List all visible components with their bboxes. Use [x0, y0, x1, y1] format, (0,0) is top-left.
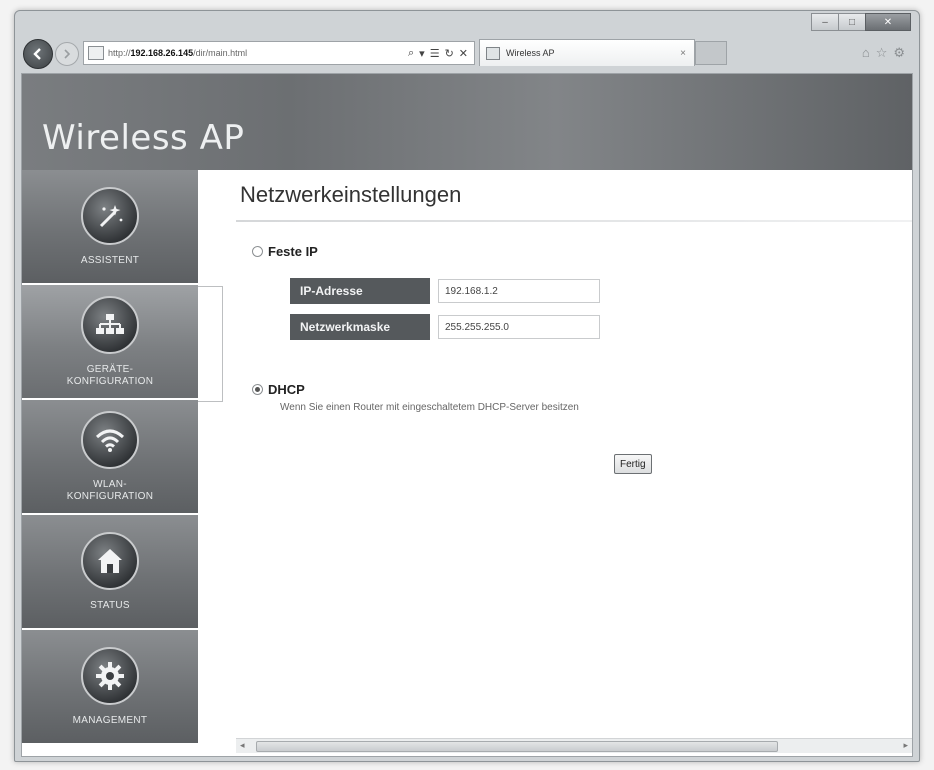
forward-button[interactable]: [55, 42, 79, 66]
stop-icon[interactable]: ✕: [459, 47, 468, 60]
tab-close-icon[interactable]: ×: [680, 48, 686, 59]
compat-view-icon[interactable]: ☰: [430, 47, 440, 60]
dhcp-label: DHCP: [268, 382, 305, 397]
dhcp-radio[interactable]: [252, 384, 263, 395]
home-icon: [81, 531, 139, 590]
dhcp-option[interactable]: DHCP: [252, 382, 305, 397]
back-button[interactable]: [23, 39, 53, 69]
page-content: Wireless AP ASSISTENT GERÄTE- KONFIGURAT…: [21, 73, 913, 757]
sidebar-item-management[interactable]: MANAGEMENT: [22, 630, 198, 743]
sidebar-item-label: WLAN- KONFIGURATION: [66, 478, 154, 502]
active-item-indicator: [198, 286, 223, 402]
close-window-button[interactable]: ✕: [865, 13, 911, 31]
page-title: Netzwerkeinstellungen: [240, 182, 462, 207]
scrollbar-thumb[interactable]: [256, 741, 778, 752]
ip-address-row: IP-Adresse: [290, 278, 600, 304]
title-divider: [236, 220, 912, 222]
browser-tab[interactable]: Wireless AP ×: [479, 39, 695, 66]
tab-page-icon: [486, 46, 500, 60]
page-icon: [88, 46, 104, 60]
scroll-left-icon[interactable]: ◂: [240, 740, 245, 751]
fixed-ip-radio[interactable]: [252, 246, 263, 257]
app-title: Wireless AP: [42, 118, 245, 158]
scroll-right-icon[interactable]: ▸: [903, 740, 908, 751]
dhcp-description: Wenn Sie einen Router mit eingeschaltete…: [280, 402, 579, 413]
window-caption-buttons: – □ ✕: [811, 13, 911, 31]
netmask-label: Netzwerkmaske: [290, 314, 430, 340]
sidebar-item-wlan-konfiguration[interactable]: WLAN- KONFIGURATION: [22, 400, 198, 513]
sidebar-item-label: STATUS: [90, 599, 130, 611]
horizontal-scrollbar[interactable]: ◂ ▸: [236, 738, 912, 753]
sidebar-item-geraete-konfiguration[interactable]: GERÄTE- KONFIGURATION: [22, 285, 198, 398]
ip-address-field[interactable]: [438, 279, 600, 303]
fixed-ip-option[interactable]: Feste IP: [252, 244, 318, 259]
browser-window: – □ ✕ http://192.168.26.145/dir/main.htm…: [14, 10, 920, 762]
netmask-field[interactable]: [438, 315, 600, 339]
refresh-icon[interactable]: ↻: [445, 47, 454, 60]
done-button[interactable]: Fertig: [614, 454, 652, 474]
ip-address-label: IP-Adresse: [290, 278, 430, 304]
dropdown-icon[interactable]: ▾: [419, 47, 425, 60]
browser-toolbar: http://192.168.26.145/dir/main.html ⌕ ▾ …: [23, 35, 911, 71]
star-icon[interactable]: ☆: [876, 45, 888, 61]
home-icon[interactable]: ⌂: [862, 45, 870, 61]
netmask-row: Netzwerkmaske: [290, 314, 600, 340]
tab-title: Wireless AP: [506, 48, 555, 58]
address-tools: ⌕ ▾ ☰ ↻ ✕: [408, 47, 474, 60]
sidebar: ASSISTENT GERÄTE- KONFIGURATION WLAN- KO…: [22, 170, 198, 756]
search-icon[interactable]: ⌕: [408, 47, 414, 60]
arrow-left-icon: [33, 48, 41, 60]
sidebar-item-label: MANAGEMENT: [72, 714, 148, 726]
wand-icon: [81, 186, 139, 245]
sidebar-item-status[interactable]: STATUS: [22, 515, 198, 628]
maximize-button[interactable]: □: [838, 13, 866, 31]
main-panel: Netzwerkeinstellungen Feste IP IP-Adress…: [236, 170, 912, 756]
fixed-ip-label: Feste IP: [268, 244, 318, 259]
browser-right-icons: ⌂ ☆ ⚙: [862, 45, 905, 61]
new-tab-button[interactable]: [695, 41, 727, 65]
wifi-icon: [81, 410, 139, 469]
header-banner: Wireless AP: [22, 74, 912, 170]
sidebar-item-assistent[interactable]: ASSISTENT: [22, 170, 198, 283]
network-icon: [81, 295, 139, 354]
sidebar-item-label: ASSISTENT: [80, 254, 140, 266]
gear-icon[interactable]: ⚙: [893, 45, 905, 61]
minimize-button[interactable]: –: [811, 13, 839, 31]
address-bar[interactable]: http://192.168.26.145/dir/main.html ⌕ ▾ …: [83, 41, 475, 65]
arrow-right-icon: [64, 49, 71, 59]
sidebar-item-label: GERÄTE- KONFIGURATION: [66, 363, 154, 387]
address-url[interactable]: http://192.168.26.145/dir/main.html: [108, 48, 408, 58]
gear-icon: [81, 646, 139, 705]
